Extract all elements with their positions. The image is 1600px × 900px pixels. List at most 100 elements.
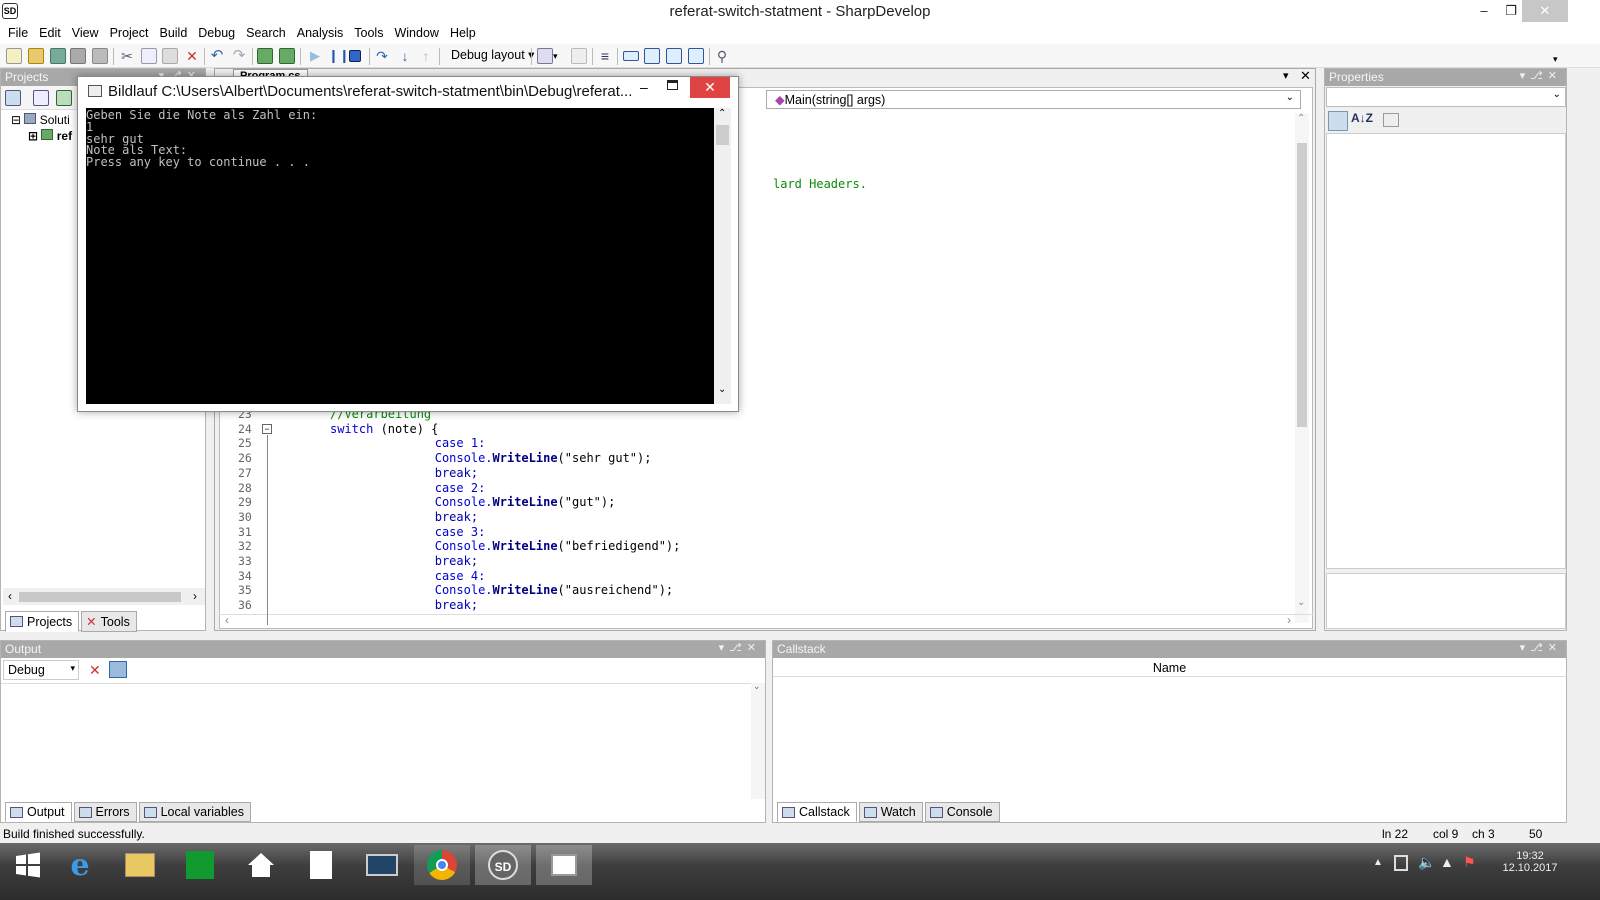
tab-local-variables[interactable]: Local variables	[138, 802, 251, 822]
layout-dropdown[interactable]: Debug layout ▾	[451, 47, 534, 62]
paste-icon[interactable]	[162, 48, 178, 64]
editor-vscrollbar[interactable]: ⌃ ⌄	[1295, 113, 1309, 623]
output-source-dropdown[interactable]: Debug ▾	[3, 660, 79, 680]
volume-icon[interactable]: 🔈	[1418, 854, 1435, 871]
menu-view[interactable]: View	[68, 24, 106, 44]
sort-alpha-icon[interactable]: A↓Z	[1351, 111, 1373, 125]
copy-icon[interactable]	[141, 48, 157, 64]
property-grid[interactable]	[1326, 133, 1566, 569]
rebuild-icon[interactable]	[279, 48, 295, 64]
stop-icon[interactable]	[349, 50, 361, 62]
comment-icon[interactable]	[623, 51, 639, 61]
save-icon[interactable]	[50, 48, 66, 64]
word-wrap-icon[interactable]	[109, 661, 127, 678]
scroll-right-icon[interactable]: ›	[193, 589, 197, 603]
chrome-icon[interactable]	[414, 845, 470, 885]
tab-tools[interactable]: ✕ Tools	[81, 611, 137, 632]
property-pages-icon[interactable]	[1383, 113, 1399, 127]
scroll-left-icon[interactable]: ‹	[8, 589, 12, 603]
close-button[interactable]: ✕	[1522, 0, 1568, 22]
scroll-down-icon[interactable]: ⌄	[718, 384, 726, 395]
scroll-up-icon[interactable]: ⌃	[1297, 113, 1305, 124]
tab-output[interactable]: Output	[5, 802, 72, 822]
bookmark-dropdown-icon[interactable]: ▾	[553, 48, 569, 64]
lenovo-icon[interactable]	[354, 845, 410, 885]
menu-analysis[interactable]: Analysis	[293, 24, 351, 44]
tree-item-solution[interactable]: ⊟ Soluti	[11, 113, 70, 127]
action-center-icon[interactable]: ⚑	[1463, 854, 1476, 871]
scroll-thumb[interactable]	[19, 592, 181, 602]
console-maximize-button[interactable]	[667, 80, 678, 90]
document-icon[interactable]	[293, 845, 349, 885]
menu-build[interactable]: Build	[155, 24, 194, 44]
tab-projects[interactable]: Projects	[5, 611, 80, 632]
step-over-icon[interactable]: ↷	[374, 48, 390, 64]
clear-output-icon[interactable]: ✕	[89, 662, 101, 679]
scroll-up-icon[interactable]: ⌃	[718, 108, 726, 119]
menu-debug[interactable]: Debug	[194, 24, 242, 44]
tab-list-icon[interactable]: ▾	[1283, 69, 1289, 82]
output-text[interactable]	[1, 683, 765, 801]
build-icon[interactable]	[257, 48, 273, 64]
run-icon[interactable]: ▶	[307, 48, 323, 64]
bookmark-next-icon[interactable]	[571, 48, 587, 64]
toolbar-overflow-icon[interactable]: ▾	[1553, 54, 1558, 65]
categorized-icon[interactable]	[1328, 111, 1348, 131]
tab-callstack[interactable]: Callstack	[777, 802, 857, 822]
wifi-icon[interactable]: ▲	[1440, 854, 1454, 870]
clock[interactable]: 19:32 12.10.2017	[1500, 850, 1560, 874]
menu-edit[interactable]: Edit	[35, 24, 68, 44]
close-document-icon[interactable]: ✕	[1300, 68, 1311, 84]
show-hidden-icons-icon[interactable]: ▲	[1373, 857, 1383, 868]
network-icon[interactable]	[1394, 855, 1408, 871]
hscroll-left-icon[interactable]: ‹	[225, 613, 229, 627]
projects-hscrollbar[interactable]: ‹ ›	[3, 588, 205, 605]
undo-icon[interactable]: ↶	[209, 48, 225, 64]
collapse-icon[interactable]	[33, 90, 49, 106]
console-minimize-button[interactable]: –	[640, 79, 648, 95]
indent-icon[interactable]: ≡	[597, 48, 613, 64]
save-all-icon[interactable]	[92, 48, 108, 64]
menu-project[interactable]: Project	[106, 24, 156, 44]
sharpdevelop-taskbar-icon[interactable]: SD	[475, 845, 531, 885]
step-into-icon[interactable]: ↓	[397, 48, 413, 64]
pause-icon[interactable]: ❙❙	[328, 48, 350, 64]
console-output[interactable]: Geben Sie die Note als Zahl ein: 1 sehr …	[86, 108, 714, 404]
menu-file[interactable]: File	[4, 24, 35, 44]
bookmark-icon[interactable]	[537, 48, 553, 64]
internet-explorer-icon[interactable]: e	[52, 845, 108, 885]
save-disabled-icon[interactable]	[70, 48, 86, 64]
console-taskbar-icon[interactable]	[536, 845, 592, 885]
monitor-icon[interactable]	[688, 48, 704, 64]
find-icon[interactable]: ⚲	[714, 48, 730, 64]
scroll-up-icon[interactable]: ⌄	[753, 681, 761, 692]
callstack-list[interactable]	[773, 678, 1566, 798]
cut-icon[interactable]: ✂	[119, 48, 135, 64]
editor-scroll-thumb[interactable]	[1297, 143, 1307, 427]
split-icon[interactable]	[666, 48, 682, 64]
menu-search[interactable]: Search	[242, 24, 293, 44]
console-scroll-thumb[interactable]	[716, 125, 729, 145]
console-window[interactable]: Bildlauf C:\Users\Albert\Documents\refer…	[77, 76, 739, 412]
store-icon[interactable]	[172, 845, 228, 885]
object-selector[interactable]: ⌄	[1326, 87, 1566, 107]
new-file-icon[interactable]	[6, 48, 22, 64]
member-dropdown[interactable]: ◆Main(string[] args) ⌄	[766, 90, 1301, 109]
home-icon[interactable]	[233, 845, 289, 885]
editor-hscrollbar[interactable]: ‹ ›	[219, 613, 1313, 628]
tree-item-project[interactable]: ⊞ ref	[28, 129, 72, 143]
scroll-down-icon[interactable]: ⌄	[1297, 597, 1305, 608]
console-close-button[interactable]: ✕	[690, 77, 730, 98]
callstack-column-name[interactable]: Name	[773, 659, 1566, 677]
menu-window[interactable]: Window	[390, 24, 445, 44]
console-window-icon[interactable]	[88, 85, 102, 97]
tab-watch[interactable]: Watch	[858, 802, 923, 822]
console-vscrollbar[interactable]: ⌃ ⌄	[714, 108, 731, 404]
minimize-button[interactable]: –	[1469, 0, 1499, 22]
tab-console[interactable]: Console	[924, 802, 1000, 822]
tab-errors[interactable]: Errors	[73, 802, 137, 822]
properties-icon[interactable]	[5, 90, 21, 106]
output-vscrollbar[interactable]: ⌄	[751, 681, 765, 799]
start-button[interactable]	[0, 845, 56, 885]
redo-icon[interactable]: ↷	[231, 48, 247, 64]
